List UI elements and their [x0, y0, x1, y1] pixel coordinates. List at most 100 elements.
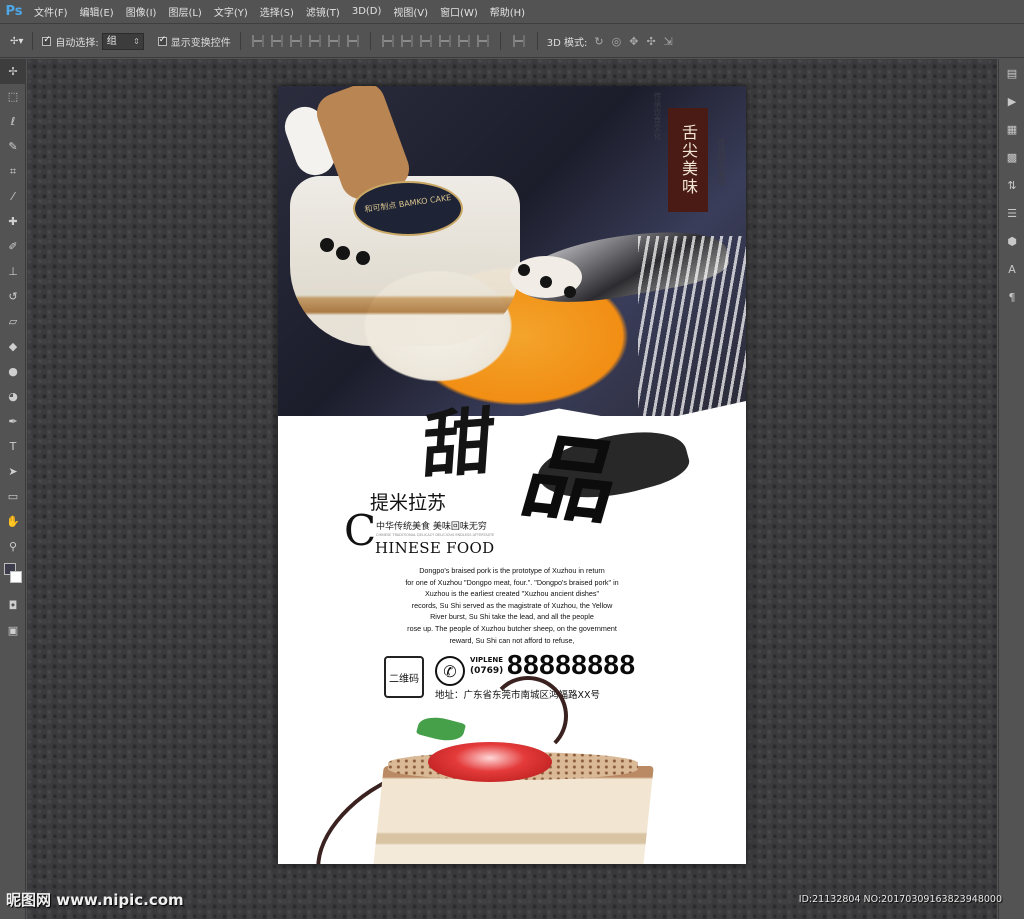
eraser-tool-icon[interactable]: ▱	[0, 309, 26, 334]
paragraph-panel-icon[interactable]: ¶	[999, 283, 1024, 311]
description-line: for one of Xuzhou "Dongpo meat, four.". …	[405, 577, 619, 587]
seal-text: 舌尖美味	[679, 124, 698, 196]
color-swatches	[0, 559, 25, 593]
menu-view[interactable]: 视图(V)	[387, 4, 434, 19]
swatches-panel-icon[interactable]: ▩	[999, 143, 1024, 171]
scale-3d-icon[interactable]: ⇲	[664, 35, 673, 48]
description-line: reward, Su Shi can not afford to refuse,	[449, 635, 575, 645]
phone-icon: ✆	[435, 656, 465, 686]
cake-badge: 和可制点 BAMKO CAKE	[353, 181, 463, 236]
menu-filter[interactable]: 滤镜(T)	[300, 4, 346, 19]
menu-file[interactable]: 文件(F)	[28, 4, 74, 19]
distribute-bottom-icon[interactable]	[419, 35, 432, 47]
align-bottom-icon[interactable]	[289, 35, 302, 47]
distribute-vcenter-icon[interactable]	[400, 35, 413, 47]
zoom-tool-icon[interactable]: ⚲	[0, 534, 26, 559]
distribute-left-icon[interactable]	[438, 35, 451, 47]
nipic-watermark-id: ID:21132804 NO:20170309163823948000	[798, 894, 1002, 905]
distribute-right-icon[interactable]	[476, 35, 489, 47]
menu-layer[interactable]: 图层(L)	[162, 4, 207, 19]
paint-bucket-tool-icon[interactable]: ◆	[0, 334, 26, 359]
dodge-tool-icon[interactable]: ◕	[0, 384, 26, 409]
calligraphy-title-1: 甜	[419, 396, 508, 489]
menu-select[interactable]: 选择(S)	[254, 4, 300, 19]
separator	[499, 32, 501, 50]
menu-bar: Ps 文件(F) 编辑(E) 图像(I) 图层(L) 文字(Y) 选择(S) 滤…	[0, 0, 1024, 24]
show-transform-checkbox[interactable]: 显示变换控件	[157, 34, 231, 49]
auto-align-icon[interactable]	[512, 35, 525, 47]
rectangle-tool-icon[interactable]: ▭	[0, 484, 26, 509]
quick-mask-icon[interactable]: ◘	[0, 593, 26, 618]
screen-mode-icon[interactable]: ▣	[0, 618, 26, 643]
background-color-swatch[interactable]	[10, 571, 22, 583]
distribute-top-icon[interactable]	[381, 35, 394, 47]
roll-3d-icon[interactable]: ◎	[612, 35, 622, 48]
align-top-icon[interactable]	[251, 35, 264, 47]
choc-dot	[356, 251, 370, 265]
path-select-tool-icon[interactable]: ➤	[0, 459, 26, 484]
separator	[536, 32, 538, 50]
align-right-icon[interactable]	[346, 35, 359, 47]
mode-3d-label: 3D 模式:	[546, 37, 588, 49]
marquee-tool-icon[interactable]: ⬚	[0, 84, 26, 109]
seal-side-text: 传承饮食文化	[653, 92, 662, 140]
3d-panel-icon[interactable]: ⬢	[999, 227, 1024, 255]
distribute-hcenter-icon[interactable]	[457, 35, 470, 47]
description-line: Xuzhou is the earliest created "Xuzhou a…	[424, 589, 600, 599]
mint-leaf	[415, 712, 467, 746]
hand-tool-icon[interactable]: ✋	[0, 509, 26, 534]
auto-select-dropdown[interactable]: 组	[101, 32, 144, 50]
qr-code-placeholder: 二维码	[384, 656, 424, 698]
adjustments-panel-icon[interactable]: ⇅	[999, 171, 1024, 199]
drag-3d-icon[interactable]: ✥	[629, 35, 638, 48]
align-left-icon[interactable]	[308, 35, 321, 47]
menu-3d[interactable]: 3D(D)	[346, 6, 388, 17]
move-tool-preset-icon[interactable]: ✢▾	[10, 36, 23, 47]
description-line: records, Su Shi served as the magistrate…	[411, 600, 613, 610]
eyedropper-tool-icon[interactable]: ⁄	[0, 184, 26, 209]
move-tool-icon[interactable]: ✢	[0, 59, 26, 84]
area-code: (0769)	[470, 666, 504, 676]
choc-dot	[518, 264, 530, 276]
slide-3d-icon[interactable]: ✣	[646, 35, 655, 48]
properties-panel-icon[interactable]: ☰	[999, 199, 1024, 227]
rotate-3d-icon[interactable]: ↻	[594, 35, 603, 48]
separator	[32, 32, 34, 50]
menu-type[interactable]: 文字(Y)	[208, 4, 254, 19]
description-paragraph: Dongpo's braised pork is the prototype o…	[362, 565, 662, 646]
photoshop-logo: Ps	[5, 4, 23, 19]
poster-document[interactable]: 和可制点 BAMKO CAKE 传承饮食文化 传播特色美味 舌尖美味 甜 品 提…	[278, 86, 746, 864]
description-line: River burst, Su Shi take the lead, and a…	[430, 612, 594, 622]
menu-edit[interactable]: 编辑(E)	[74, 4, 120, 19]
crop-tool-icon[interactable]: ⌗	[0, 159, 26, 184]
actions-panel-icon[interactable]: ▶	[999, 87, 1024, 115]
color-panel-icon[interactable]: ▦	[999, 115, 1024, 143]
type-tool-icon[interactable]: T	[0, 434, 26, 459]
seal-stamp: 舌尖美味	[668, 108, 708, 212]
align-vcenter-icon[interactable]	[270, 35, 283, 47]
quick-select-tool-icon[interactable]: ✎	[0, 134, 26, 159]
lasso-tool-icon[interactable]: ℓ	[0, 109, 26, 134]
distribute-buttons	[381, 35, 489, 47]
blur-tool-icon[interactable]: ●	[0, 359, 26, 384]
healing-brush-tool-icon[interactable]: ✚	[0, 209, 26, 234]
clone-stamp-tool-icon[interactable]: ⊥	[0, 259, 26, 284]
3d-mode-buttons: ↻ ◎ ✥ ✣ ⇲	[594, 35, 672, 48]
choc-dot	[336, 246, 350, 260]
align-hcenter-icon[interactable]	[327, 35, 340, 47]
choc-dot	[540, 276, 552, 288]
show-transform-label: 显示变换控件	[170, 37, 231, 49]
brush-tool-icon[interactable]: ✐	[0, 234, 26, 259]
menu-window[interactable]: 窗口(W)	[434, 4, 484, 19]
history-brush-tool-icon[interactable]: ↺	[0, 284, 26, 309]
menu-image[interactable]: 图像(I)	[120, 4, 163, 19]
character-panel-icon[interactable]: A	[999, 255, 1024, 283]
strawberry	[428, 742, 552, 782]
align-buttons	[251, 35, 359, 47]
tiramisu-cake	[372, 766, 654, 864]
pen-tool-icon[interactable]: ✒	[0, 409, 26, 434]
auto-select-checkbox[interactable]: 自动选择:	[42, 34, 99, 49]
history-panel-icon[interactable]: ▤	[999, 59, 1024, 87]
menu-help[interactable]: 帮助(H)	[484, 4, 531, 19]
nipic-watermark-logo: 昵图网 www.nipic.com	[6, 891, 184, 909]
